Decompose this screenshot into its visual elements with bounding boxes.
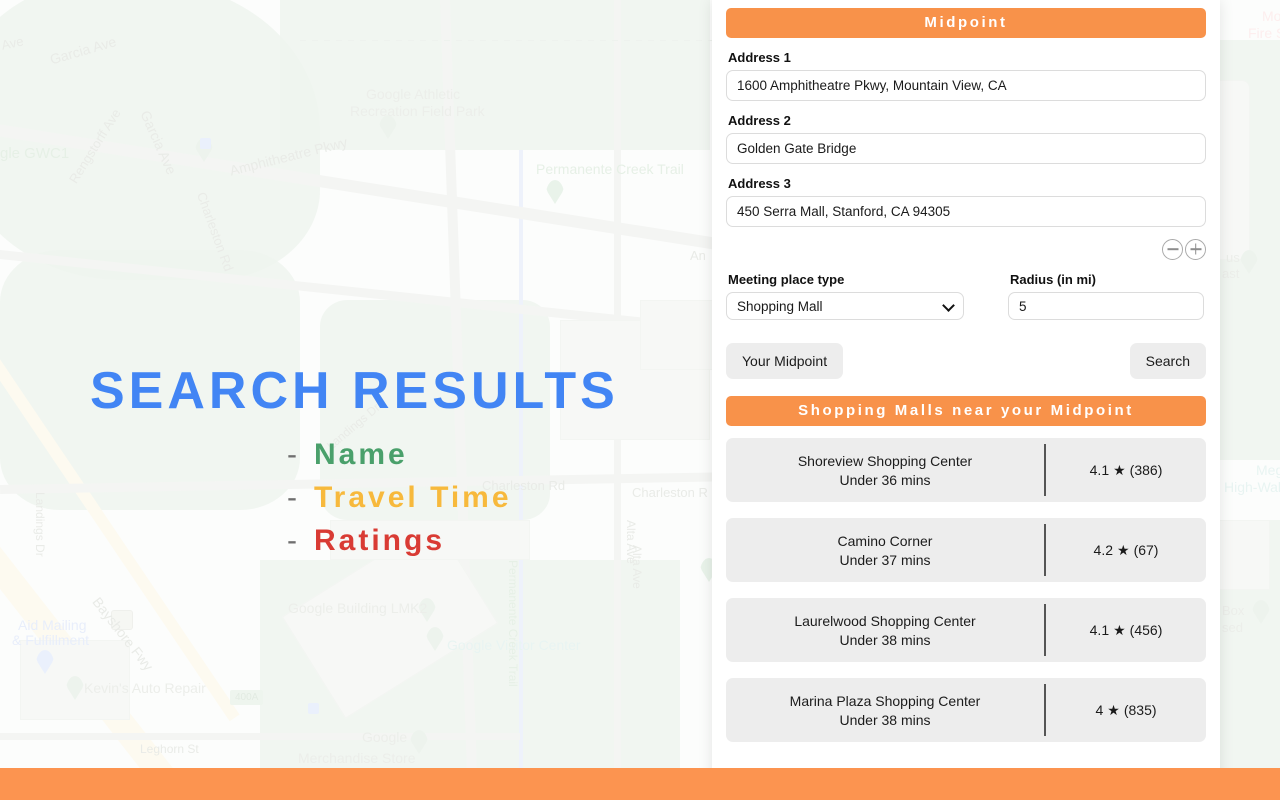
bullet-label: Ratings — [314, 524, 446, 557]
result-row[interactable]: Laurelwood Shopping Center Under 38 mins 4… — [726, 598, 1206, 662]
result-main: Camino Corner Under 37 mins — [726, 518, 1044, 582]
review-count: (386) — [1129, 462, 1163, 478]
radius-label: Radius (in mi) — [1010, 272, 1096, 287]
overlay-annotations: SEARCH RESULTS - Name - Travel Time - Ratin… — [0, 0, 710, 800]
address-input-3[interactable] — [726, 196, 1206, 227]
overlay-title: SEARCH RESULTS — [90, 362, 619, 420]
map-label: us — [1226, 250, 1240, 265]
result-main: Shoreview Shopping Center Under 36 mins — [726, 438, 1044, 502]
bullet-dash: - — [287, 481, 300, 514]
result-name: Laurelwood Shopping Center — [794, 612, 976, 629]
result-rating: 4 ★ (835) — [1046, 678, 1206, 742]
place-type-select-wrap[interactable]: Shopping Mall — [726, 292, 964, 320]
rating-value: 4.2 — [1093, 542, 1113, 558]
radius-group: Radius (in mi) — [1008, 272, 1204, 320]
overlay-bullet-travel-time: - Travel Time — [287, 481, 512, 515]
map-label: Meg — [1256, 462, 1280, 478]
address-label-1: Address 1 — [728, 50, 791, 65]
review-count: (835) — [1123, 702, 1157, 718]
result-main: Marina Plaza Shopping Center Under 38 min… — [726, 678, 1044, 742]
address-input-1[interactable] — [726, 70, 1206, 101]
map-label: Box — [1222, 603, 1245, 618]
bullet-label: Travel Time — [314, 481, 512, 514]
result-name: Shoreview Shopping Center — [797, 452, 973, 469]
minus-circle-icon[interactable] — [1162, 238, 1183, 260]
result-row[interactable]: Shoreview Shopping Center Under 36 mins 4.… — [726, 438, 1206, 502]
map-label: High-Wall — [1224, 479, 1280, 495]
star-icon: ★ — [1113, 461, 1126, 478]
review-count: (456) — [1129, 622, 1163, 638]
result-travel-time: Under 36 mins — [839, 471, 931, 488]
result-rating: 4.1 ★ (456) — [1046, 598, 1206, 662]
midpoint-banner: Midpoint — [726, 8, 1206, 38]
map-label: Fire S — [1248, 25, 1280, 41]
result-name: Marina Plaza Shopping Center — [789, 692, 981, 709]
result-travel-time: Under 37 mins — [839, 551, 931, 568]
result-travel-time: Under 38 mins — [839, 631, 931, 648]
result-travel-time: Under 38 mins — [839, 711, 931, 728]
address-label-3: Address 3 — [728, 176, 791, 191]
radius-input[interactable] — [1008, 292, 1204, 320]
search-controls: Meeting place type Shopping Mall Radius … — [726, 272, 1206, 320]
overlay-bullet-ratings: - Ratings — [287, 524, 445, 558]
star-icon: ★ — [1113, 621, 1126, 638]
action-buttons: Your Midpoint Search — [726, 343, 1206, 379]
rating-value: 4.1 — [1089, 462, 1110, 478]
star-icon: ★ — [1117, 541, 1130, 558]
bullet-dash: - — [287, 524, 300, 557]
your-midpoint-button[interactable]: Your Midpoint — [726, 343, 844, 379]
address-fields-group: Address 1 Address 2 Address 3 — [726, 50, 1206, 227]
search-button[interactable]: Search — [1129, 343, 1206, 379]
place-type-label: Meeting place type — [728, 272, 845, 287]
review-count: (67) — [1133, 542, 1159, 558]
map-label: Mo — [1262, 8, 1280, 24]
midpoint-panel: Midpoint Address 1 Address 2 Address 3 Mee… — [712, 0, 1220, 800]
result-rating: 4.1 ★ (386) — [1046, 438, 1206, 502]
result-main: Laurelwood Shopping Center Under 38 mins — [726, 598, 1044, 662]
map-label: sed — [1222, 620, 1243, 635]
address-label-2: Address 2 — [728, 113, 791, 128]
result-rating: 4.2 ★ (67) — [1046, 518, 1206, 582]
place-type-select[interactable]: Shopping Mall — [726, 292, 964, 320]
footer-bar — [0, 768, 1280, 800]
app-root: 400A Ave Garcia Ave Garcia Ave gle GWC1 Reng… — [0, 0, 1280, 800]
overlay-bullet-name: - Name — [287, 438, 408, 472]
place-type-group: Meeting place type Shopping Mall — [726, 272, 964, 320]
result-name: Camino Corner — [837, 532, 933, 549]
result-row[interactable]: Camino Corner Under 37 mins 4.2 ★ (67) — [726, 518, 1206, 582]
star-icon: ★ — [1107, 701, 1120, 718]
bullet-dash: - — [287, 438, 300, 471]
address-stepper — [726, 238, 1206, 260]
bullet-label: Name — [314, 438, 408, 471]
results-list: Shoreview Shopping Center Under 36 mins 4.… — [726, 438, 1206, 742]
result-row[interactable]: Marina Plaza Shopping Center Under 38 min… — [726, 678, 1206, 742]
address-input-2[interactable] — [726, 133, 1206, 164]
results-banner: Shopping Malls near your Midpoint — [726, 396, 1206, 426]
plus-circle-icon[interactable] — [1185, 238, 1206, 260]
rating-value: 4 — [1095, 702, 1104, 718]
rating-value: 4.1 — [1089, 622, 1110, 638]
map-label: ast — [1222, 266, 1240, 281]
